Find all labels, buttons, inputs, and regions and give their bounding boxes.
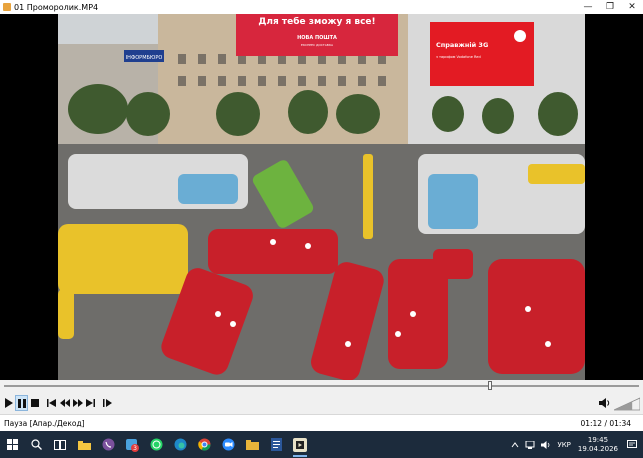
taskbar-zoom[interactable] <box>216 431 240 458</box>
channel-logo: ІНФОРМБЮРО <box>126 55 163 61</box>
pause-icon <box>17 398 26 408</box>
app-icon <box>3 3 11 11</box>
next-button[interactable] <box>84 395 97 411</box>
folder-icon <box>245 440 259 450</box>
previous-button[interactable] <box>45 395 58 411</box>
seek-bar[interactable] <box>0 380 643 392</box>
fast-forward-icon <box>72 399 83 407</box>
window-title: 01 Проморолик.MP4 <box>14 2 99 12</box>
skip-next-icon <box>86 399 95 407</box>
seek-track[interactable] <box>4 385 639 387</box>
chevron-up-icon <box>512 441 519 447</box>
taskbar-app-badge[interactable]: 3 <box>120 431 144 458</box>
playback-controls <box>0 392 643 414</box>
volume-level-icon <box>613 397 641 411</box>
taskbar-edge[interactable] <box>168 431 192 458</box>
taskbar-media-player[interactable] <box>288 431 312 458</box>
taskbar-badge-count: 3 <box>133 445 137 452</box>
chrome-icon <box>197 438 210 451</box>
billboard-main-sub: ЕКСПРЕС ДОСТАВКА <box>301 43 334 47</box>
stop-button[interactable] <box>28 395 41 411</box>
frame-step-icon <box>103 399 112 407</box>
volume-slider[interactable] <box>613 396 641 411</box>
tray-volume[interactable] <box>541 440 551 449</box>
taskbar-chrome[interactable] <box>192 431 216 458</box>
maximize-button[interactable]: ❐ <box>599 0 621 14</box>
notification-icon <box>627 440 637 448</box>
status-bar: Пауза [Апар./Декод] 01:12 / 01:34 <box>0 414 643 431</box>
taskbar-viber[interactable] <box>96 431 120 458</box>
speaker-icon <box>599 398 610 408</box>
play-icon <box>5 398 13 408</box>
zoom-icon <box>222 438 234 451</box>
document-icon <box>270 438 282 451</box>
skip-previous-icon <box>47 399 56 407</box>
rewind-button[interactable] <box>58 395 71 411</box>
speaker-icon <box>541 440 550 449</box>
tray-network[interactable] <box>525 440 535 449</box>
close-button[interactable]: ✕ <box>621 0 643 14</box>
edge-icon <box>174 438 186 451</box>
video-frame[interactable]: Для тебе зможу я все! НОВА ПОШТА ЕКСПРЕС… <box>58 14 585 380</box>
taskbar-word[interactable] <box>264 431 288 458</box>
tray-clock[interactable]: 19:45 19.04.2026 <box>578 436 618 454</box>
playback-state: Пауза [Апар./Декод] <box>4 418 85 428</box>
start-button[interactable] <box>0 431 24 458</box>
folder-icon <box>77 440 91 450</box>
stop-icon <box>30 399 39 407</box>
task-view-icon <box>54 439 66 450</box>
playback-time: 01:12 / 01:34 <box>580 418 631 428</box>
tray-expand[interactable] <box>511 441 519 448</box>
taskbar-search[interactable] <box>24 431 48 458</box>
billboard-main-brand: НОВА ПОШТА <box>297 35 337 41</box>
notification-center[interactable] <box>627 440 637 449</box>
chat-app-icon: 3 <box>126 438 139 452</box>
windows-logo-icon <box>6 439 18 450</box>
taskbar-files[interactable] <box>240 431 264 458</box>
media-player-icon <box>293 437 307 452</box>
taskbar-explorer[interactable] <box>72 431 96 458</box>
window-titlebar[interactable]: 01 Проморолик.MP4 — ❐ ✕ <box>0 0 643 14</box>
play-button[interactable] <box>2 395 15 411</box>
billboard-right-text: Справжній 3G <box>436 41 488 49</box>
rewind-icon <box>59 399 70 407</box>
pause-button[interactable] <box>15 395 28 411</box>
frame-step-button[interactable] <box>101 395 114 411</box>
video-scene: Для тебе зможу я все! НОВА ПОШТА ЕКСПРЕС… <box>58 14 585 380</box>
taskbar-task-view[interactable] <box>48 431 72 458</box>
system-tray: УКР 19:45 19.04.2026 <box>508 431 643 458</box>
taskbar-whatsapp[interactable] <box>144 431 168 458</box>
minimize-button[interactable]: — <box>577 0 599 14</box>
whatsapp-icon <box>150 438 162 451</box>
billboard-right-sub: з тарифом Vodafone Red <box>436 55 481 59</box>
tray-date: 19.04.2026 <box>577 444 618 453</box>
tray-time: 19:45 <box>587 435 609 444</box>
viber-icon <box>102 438 114 451</box>
tray-language[interactable]: УКР <box>557 441 570 449</box>
billboard-main-text: Для тебе зможу я все! <box>258 16 375 27</box>
search-icon <box>30 439 42 450</box>
seek-thumb[interactable] <box>487 381 492 390</box>
network-icon <box>525 440 535 449</box>
taskbar: 3 УКР 19:45 19.04.2026 <box>0 431 643 458</box>
video-area[interactable]: Для тебе зможу я все! НОВА ПОШТА ЕКСПРЕС… <box>0 14 643 380</box>
volume-button[interactable] <box>598 395 612 411</box>
fast-forward-button[interactable] <box>71 395 84 411</box>
